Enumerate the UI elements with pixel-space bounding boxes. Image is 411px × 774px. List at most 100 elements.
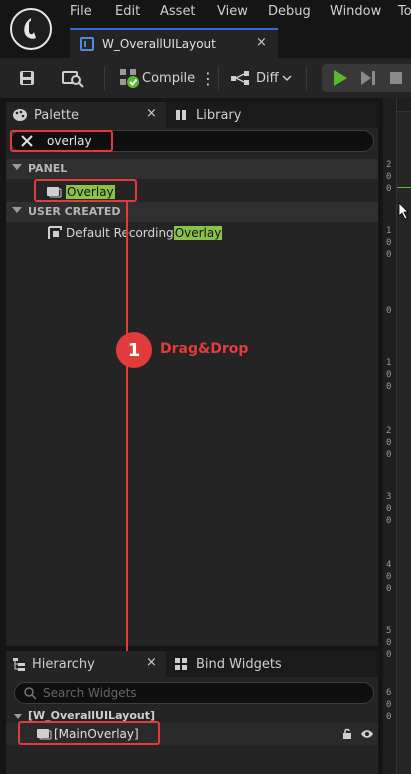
menu-asset[interactable]: Asset — [160, 4, 196, 19]
ruler-tick-label: 0 — [386, 438, 392, 448]
menu-edit[interactable]: Edit — [115, 4, 140, 19]
ruler-tick-label: 0 — [386, 306, 392, 316]
stop-icon[interactable] — [388, 70, 404, 86]
palette-tab-strip: Palette × Library — [6, 102, 378, 128]
ruler-tick-label: 0 — [386, 370, 392, 380]
tab-bind-widgets[interactable]: Bind Widgets — [172, 651, 312, 677]
ruler-tick-label: 0 — [386, 504, 392, 514]
compile-button[interactable]: Compile — [118, 66, 195, 90]
user-widget-icon — [48, 226, 62, 239]
ruler-tick-label: 0 — [386, 700, 392, 710]
compile-check-icon — [120, 69, 139, 88]
close-icon[interactable]: × — [256, 35, 267, 50]
close-icon[interactable]: × — [146, 106, 157, 121]
ruler-tick-label: 1 — [386, 226, 392, 236]
widget-blueprint-icon — [80, 37, 94, 51]
category-panel-label: PANEL — [28, 162, 68, 175]
ruler-tick-label: 0 — [386, 712, 392, 722]
palette-item-match: Overlay — [173, 226, 223, 240]
diff-button[interactable]: Diff — [230, 66, 292, 90]
save-icon — [20, 71, 34, 85]
tab-palette-label: Palette — [34, 107, 80, 123]
palette-panel: Palette × Library overlay PANEL Overlay … — [6, 102, 378, 646]
designer-viewport[interactable]: 2 0 0 1 0 0 0 1 0 0 2 0 0 3 0 0 4 0 0 5 0 0 6 0 0 — [383, 98, 411, 774]
ruler-tick-label: 0 — [386, 572, 392, 582]
tab-hierarchy[interactable]: Hierarchy × — [6, 651, 166, 677]
ruler-tick-label: 6 — [386, 688, 392, 698]
toolbar: Compile ⋮ Diff — [0, 58, 411, 98]
tab-library-label: Library — [196, 107, 242, 123]
eye-icon[interactable] — [360, 729, 374, 739]
ruler-tick-label: 0 — [386, 650, 392, 660]
chevron-down-icon — [282, 75, 292, 82]
viewport-canvas[interactable] — [397, 112, 411, 774]
menu-window[interactable]: Window — [330, 4, 381, 19]
tab-hierarchy-label: Hierarchy — [32, 656, 95, 672]
chevron-down-icon — [12, 207, 22, 213]
toolbar-divider — [218, 66, 219, 90]
category-panel[interactable]: PANEL — [6, 159, 378, 179]
hierarchy-search-input[interactable]: Search Widgets — [14, 682, 374, 704]
step-badge: 1 — [116, 332, 152, 368]
hierarchy-panel: Hierarchy × Bind Widgets Search Widgets … — [6, 651, 378, 774]
lock-icon[interactable] — [342, 728, 354, 740]
save-button[interactable] — [18, 66, 36, 90]
ruler-tick-label: 0 — [386, 516, 392, 526]
toolbar-divider — [306, 66, 307, 90]
menu-debug[interactable]: Debug — [268, 4, 311, 19]
search-icon — [24, 687, 37, 700]
annotation-search-box — [10, 130, 113, 152]
play-icon[interactable] — [330, 68, 350, 88]
annotation-mainoverlay-box — [18, 721, 160, 745]
hierarchy-icon — [13, 658, 25, 671]
menu-bar: File Edit Asset View Debug Window To — [0, 0, 411, 50]
tab-palette[interactable]: Palette × — [6, 102, 166, 128]
chevron-down-icon — [12, 164, 22, 170]
hierarchy-tab-strip: Hierarchy × Bind Widgets — [6, 651, 378, 677]
menu-tools[interactable]: To — [398, 4, 411, 19]
palette-item-prefix: Default Recording — [66, 226, 174, 240]
drag-drop-label: Drag&Drop — [160, 341, 249, 357]
close-icon[interactable]: × — [146, 655, 157, 670]
palette-item-default-recording-overlay[interactable]: Default Recording Overlay — [48, 223, 223, 243]
compile-options-button[interactable]: ⋮ — [200, 66, 216, 90]
mouse-cursor-icon — [398, 202, 409, 220]
category-user-created[interactable]: USER CREATED — [6, 202, 378, 222]
compile-label: Compile — [142, 70, 196, 86]
diff-label: Diff — [256, 70, 279, 86]
grid-icon — [175, 658, 187, 670]
toolbar-divider — [104, 66, 105, 90]
ruler-tick-label: 0 — [386, 172, 392, 182]
ruler-tick-label: 3 — [386, 492, 392, 502]
menu-view[interactable]: View — [217, 4, 248, 19]
ruler-tick-label: 0 — [386, 250, 392, 260]
book-icon — [176, 110, 186, 120]
ruler-tick-label: 5 — [386, 626, 392, 636]
skip-icon[interactable] — [358, 68, 378, 88]
ruler-tick-label: 0 — [386, 584, 392, 594]
category-user-created-label: USER CREATED — [28, 205, 121, 218]
folder-search-icon — [62, 71, 84, 88]
browse-button[interactable] — [62, 66, 84, 90]
ruler-tick-label: 0 — [386, 238, 392, 248]
diff-icon — [231, 71, 249, 85]
annotation-overlay-box — [34, 179, 137, 202]
ruler-tick-label: 2 — [386, 426, 392, 436]
ruler-tick-label: 0 — [386, 450, 392, 460]
ruler-tick-label: 2 — [386, 160, 392, 170]
hierarchy-search-placeholder: Search Widgets — [43, 686, 137, 700]
play-controls — [322, 64, 411, 92]
document-tab-title: W_OverallUILayout — [102, 37, 216, 51]
ruler-tick-label: 0 — [386, 382, 392, 392]
vertical-ruler: 2 0 0 1 0 0 0 1 0 0 2 0 0 3 0 0 4 0 0 5 0 0 6 0 0 — [383, 98, 397, 774]
tab-library[interactable]: Library — [172, 102, 292, 128]
ruler-tick-label: 0 — [386, 638, 392, 648]
ruler-tick-label: 1 — [386, 358, 392, 368]
menu-file[interactable]: File — [70, 4, 92, 19]
ruler-tick-label: 0 — [386, 184, 392, 194]
drag-arrow-line — [126, 202, 128, 692]
unreal-logo-icon[interactable] — [10, 8, 52, 50]
ruler-tick-label: 4 — [386, 560, 392, 570]
chevron-down-icon — [14, 714, 22, 719]
document-tab[interactable]: W_OverallUILayout × — [70, 28, 278, 58]
